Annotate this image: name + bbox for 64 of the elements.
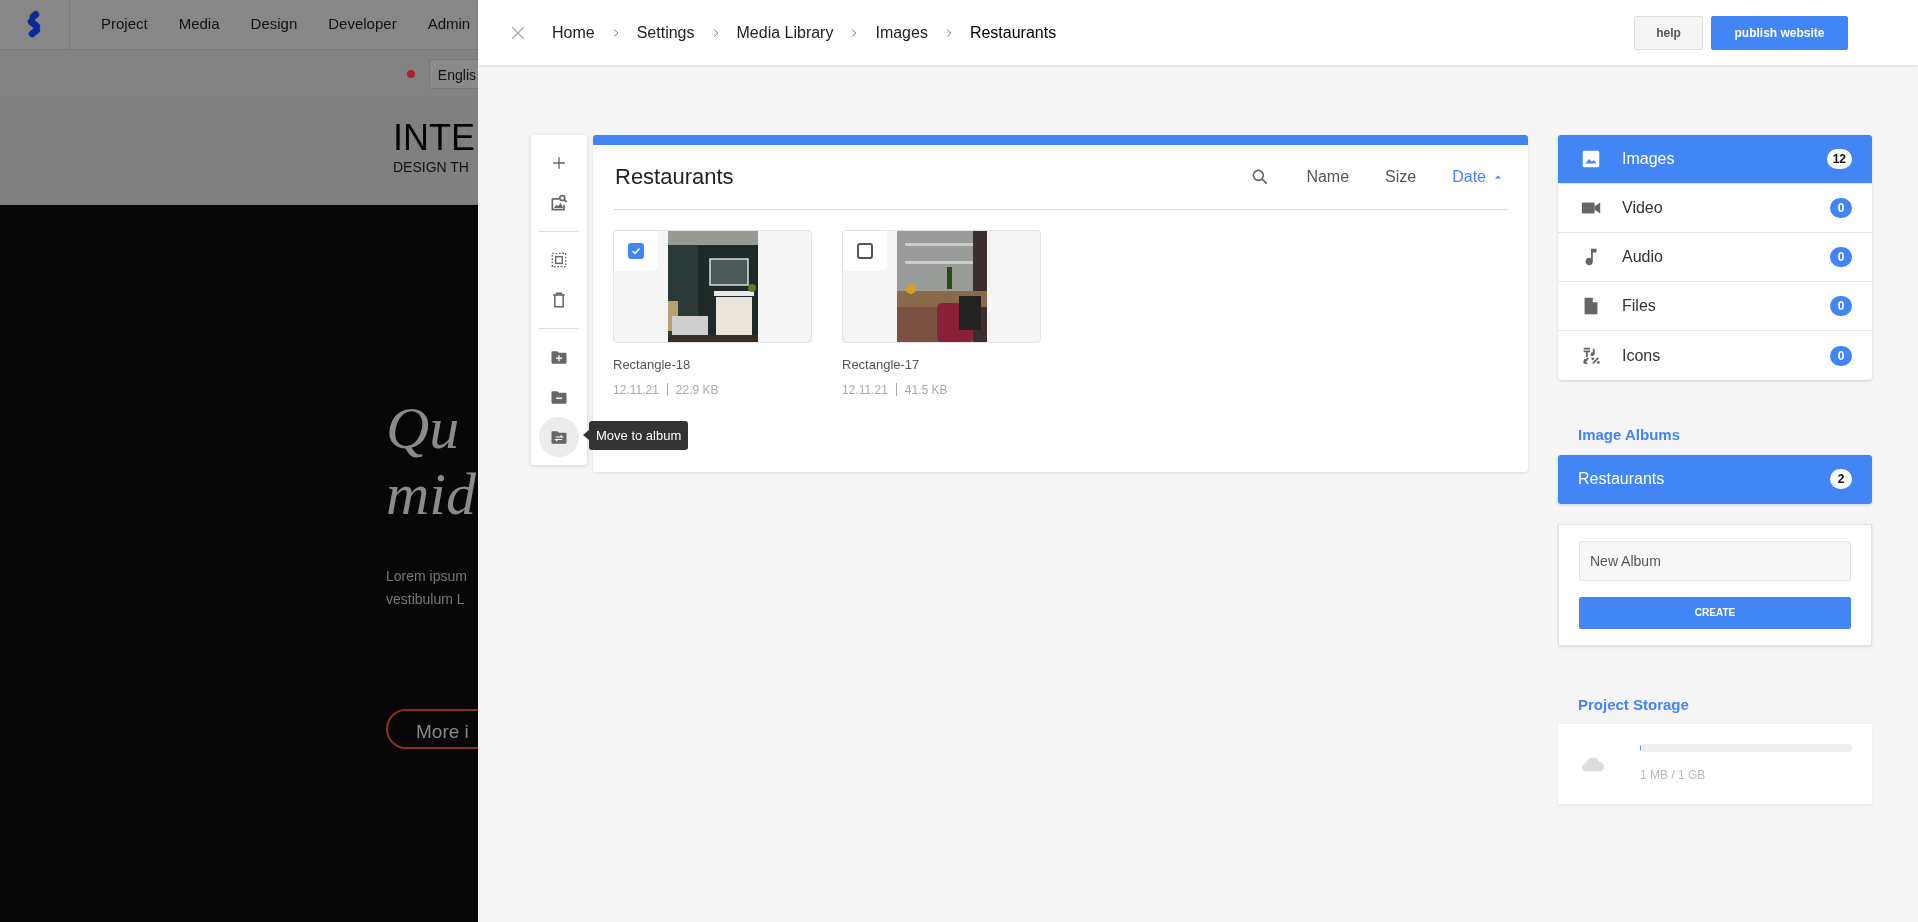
file-tile[interactable] [613,230,812,343]
toolbar-button[interactable] [539,417,579,457]
media-type-item[interactable]: Video 0 [1558,184,1872,233]
count-badge: 0 [1830,345,1852,366]
hero-headline: Qu [386,395,461,461]
check-icon [630,245,642,257]
nav-link[interactable]: Design [250,13,298,36]
file-date: 12.11.21 [842,381,888,399]
create-button[interactable]: CREATE [1579,596,1851,629]
storage-reading: 1 MB / 1 GB [1640,767,1707,784]
item-label: Icons [1622,345,1662,366]
breadcrumb-link[interactable]: Restaurants [969,20,1057,45]
nav-link[interactable]: Project [101,13,148,36]
file-name: Rectangle-17 [842,356,921,374]
item-label: Audio [1622,247,1664,267]
item-label: Restaurants [1578,469,1666,489]
file-size: 41.5 KB [904,381,948,399]
help-button[interactable]: help [1634,15,1703,50]
nav-link[interactable]: Developer [328,13,397,36]
file-size: 22.9 KB [675,381,719,399]
language-select[interactable]: Englis [428,58,478,89]
publish-button[interactable]: publish website [1711,15,1848,50]
checkbox[interactable] [857,243,873,259]
count-badge: 12 [1826,149,1852,169]
section-heading: Image Albums [1577,425,1681,445]
sort-option[interactable]: Size [1385,165,1417,189]
file-date: 12.11.21 [613,381,659,399]
media-type-item[interactable]: Audio 0 [1558,233,1872,282]
section-heading: Project Storage [1577,694,1690,715]
count-badge: 0 [1830,296,1852,316]
media-type-item[interactable]: Icons 0 [1558,331,1872,380]
brand-title: INTE [393,119,476,157]
breadcrumb-link[interactable]: Images [875,20,928,45]
tooltip: Move to album [589,420,689,450]
tooltip-arrow-icon [583,430,589,441]
checkbox[interactable] [628,243,644,259]
file-tile[interactable] [842,230,1041,343]
count-badge: 0 [1830,247,1852,267]
media-type-item[interactable]: Images 12 [1558,135,1872,184]
album-title: Restaurants [615,163,734,191]
file-name: Rectangle-18 [613,356,692,374]
brand-tagline: DESIGN TH [393,158,470,177]
status-dot [406,69,415,78]
hero-headline: mid [386,461,477,527]
album-name-field[interactable]: New Album [1579,540,1851,581]
image-search-icon [549,193,569,213]
media-type-item[interactable]: Files 0 [1558,282,1872,331]
hero-text: vestibulum L [386,590,466,609]
item-label: Images [1622,149,1676,169]
nav-link[interactable]: Media [178,13,220,36]
hero-text: Lorem ipsum [386,567,468,586]
album-item[interactable]: Restaurants 2 [1558,454,1872,504]
sort-option[interactable]: Name [1306,165,1350,189]
breadcrumb-link[interactable]: Home [552,20,595,45]
count-badge: 0 [1830,198,1852,218]
image-icon [1580,148,1602,170]
count-badge: 2 [1830,469,1852,489]
item-label: Files [1622,296,1657,316]
item-label: Video [1622,198,1664,218]
select-all-icon [549,250,569,270]
nav-link[interactable]: Admin [427,13,471,36]
breadcrumb-link[interactable]: Media Library [736,20,834,45]
sort-option[interactable]: Date [1452,165,1504,189]
breadcrumb-link[interactable]: Settings [636,20,695,45]
